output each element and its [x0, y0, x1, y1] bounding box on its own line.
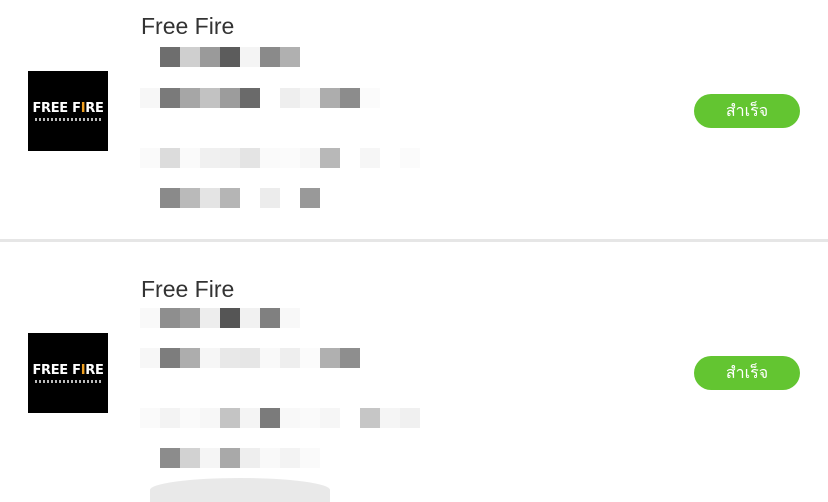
status-success-button[interactable]: สำเร็จ — [694, 94, 800, 128]
redacted-detail-line — [140, 47, 300, 67]
redacted-detail-line — [140, 348, 360, 368]
free-fire-logo-icon: FREE FIRE — [28, 333, 108, 413]
redacted-detail-line — [140, 308, 300, 328]
logo-underline — [35, 379, 101, 383]
status-success-button[interactable]: สำเร็จ — [694, 356, 800, 390]
app-name: Free Fire — [141, 276, 235, 302]
redacted-detail-line — [140, 448, 320, 468]
redacted-detail-line — [140, 88, 380, 108]
redacted-detail-line — [140, 408, 420, 428]
logo-wordmark: FREE FIRE — [32, 362, 104, 378]
logo-wordmark: FREE FIRE — [32, 100, 104, 116]
redacted-detail-line — [140, 148, 420, 168]
app-name: Free Fire — [141, 13, 235, 39]
decorative-shape — [150, 478, 330, 502]
order-item[interactable]: FREE FIRE Free Fire สำเร็จ — [0, 242, 828, 498]
order-list: FREE FIRE Free Fire สำเร็จ FREE FIRE Fre… — [0, 0, 828, 502]
order-item[interactable]: FREE FIRE Free Fire สำเร็จ — [0, 0, 828, 240]
redacted-detail-line — [140, 188, 320, 208]
free-fire-logo-icon: FREE FIRE — [28, 71, 108, 151]
logo-underline — [35, 117, 101, 121]
